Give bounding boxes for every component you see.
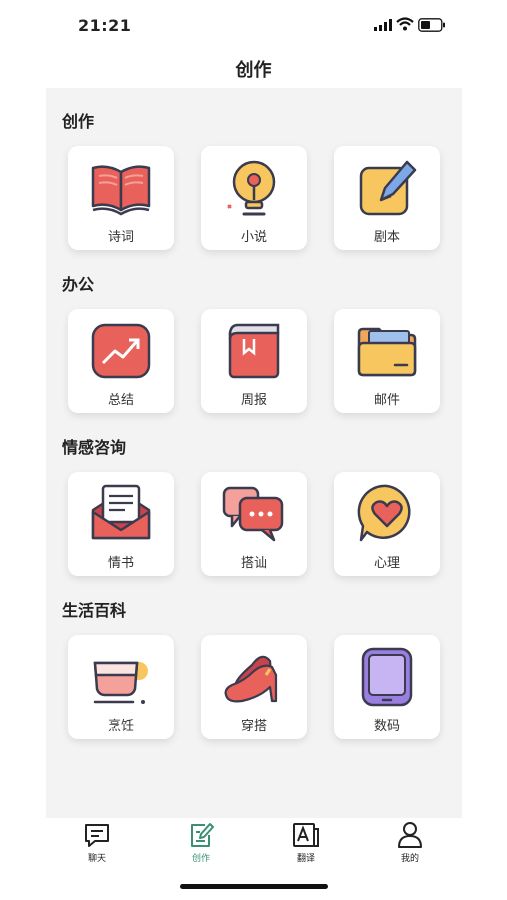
section-title-emotion: 情感咨询: [62, 438, 127, 457]
high-heels-icon: [224, 655, 278, 703]
card-label: 小说: [240, 230, 267, 245]
heart-bubble-icon: [357, 484, 411, 542]
tab-creation[interactable]: 创作: [171, 818, 231, 864]
section-title-life: 生活百科: [62, 601, 127, 620]
chat-bubbles-icon: [222, 486, 284, 542]
card-label: 周报: [240, 393, 267, 408]
card-label: 搭讪: [240, 556, 267, 571]
card-cooking[interactable]: 烹饪: [68, 635, 174, 739]
card-digital[interactable]: 数码: [334, 635, 440, 739]
card-label: 数码: [373, 719, 400, 734]
card-label: 烹饪: [107, 719, 134, 734]
section-title-office: 办公: [62, 275, 95, 294]
card-label: 情书: [107, 556, 134, 571]
book-icon: [91, 165, 151, 216]
bookmark-book-icon: [228, 323, 280, 379]
status-time: 21:21: [78, 16, 132, 35]
card-poetry[interactable]: 诗词: [68, 146, 174, 250]
card-weekly-report[interactable]: 周报: [201, 309, 307, 413]
chat-icon: [85, 824, 109, 847]
love-letter-icon: [91, 484, 151, 540]
card-label: 总结: [107, 393, 134, 408]
card-love-letter[interactable]: 情书: [68, 472, 174, 576]
tablet-icon: [361, 647, 413, 707]
card-pickup[interactable]: 搭讪: [201, 472, 307, 576]
pencil-note-icon: [359, 160, 417, 216]
tab-label: 我的: [400, 854, 419, 864]
card-psychology[interactable]: 心理: [334, 472, 440, 576]
tab-label: 创作: [191, 854, 210, 864]
tab-translate[interactable]: 翻译: [276, 818, 336, 864]
user-icon: [398, 822, 422, 848]
tab-bar: 聊天 创作 翻译 我的: [0, 818, 507, 868]
card-label: 穿搭: [240, 719, 267, 734]
card-script[interactable]: 剧本: [334, 146, 440, 250]
tab-label: 翻译: [296, 854, 315, 864]
card-outfit[interactable]: 穿搭: [201, 635, 307, 739]
tab-label: 聊天: [87, 854, 106, 864]
status-bar: 21:21: [0, 0, 507, 50]
card-label: 诗词: [107, 230, 134, 245]
trend-chart-icon: [91, 323, 151, 379]
home-indicator[interactable]: [180, 884, 328, 889]
card-novel[interactable]: 小说: [201, 146, 307, 250]
wifi-icon: [396, 17, 414, 31]
card-label: 剧本: [373, 230, 400, 245]
card-label: 心理: [373, 556, 400, 571]
page-title: 创作: [235, 60, 272, 81]
battery-icon: [418, 18, 445, 32]
tab-profile[interactable]: 我的: [380, 818, 440, 864]
lightbulb-icon: [227, 160, 276, 216]
section-title-creation: 创作: [62, 112, 95, 131]
teacup-icon: [93, 661, 148, 704]
cellular-signal-icon: [374, 19, 392, 31]
card-mail[interactable]: 邮件: [334, 309, 440, 413]
card-label: 邮件: [373, 393, 400, 408]
card-summary[interactable]: 总结: [68, 309, 174, 413]
translate-icon: [293, 823, 319, 847]
tab-chat[interactable]: 聊天: [67, 818, 127, 864]
folder-icon: [357, 327, 417, 377]
edit-doc-icon: [191, 823, 214, 847]
